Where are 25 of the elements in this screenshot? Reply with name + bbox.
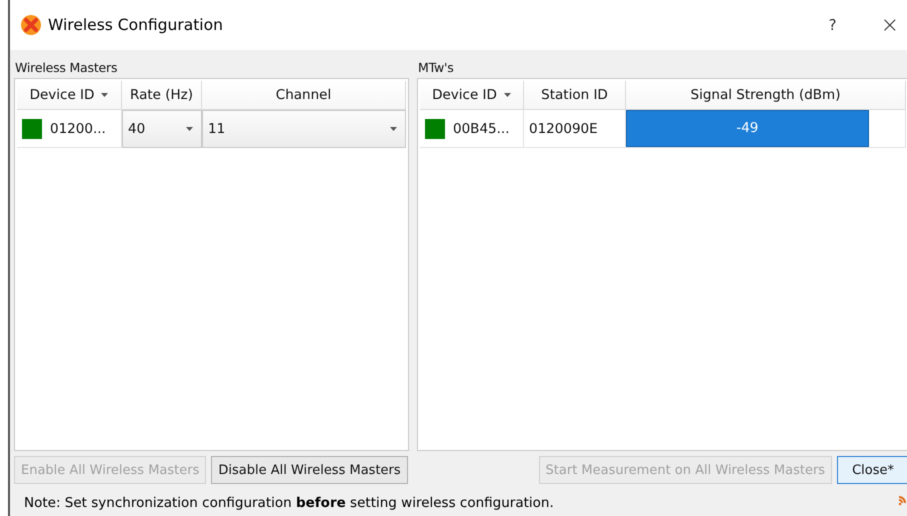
column-header[interactable]: Rate (Hz) (122, 81, 202, 110)
caret-icon (186, 127, 193, 131)
column-header[interactable]: Signal Strength (dBm) (626, 81, 906, 110)
panel-title: Wireless Masters (14, 59, 118, 77)
caret-icon (390, 127, 397, 131)
table-cell: 01200... (17, 110, 122, 148)
caret-icon (101, 93, 108, 97)
close-button[interactable]: Close* (837, 456, 907, 484)
caret-icon (504, 93, 511, 97)
close-button[interactable]: × (880, 12, 899, 38)
column-header[interactable]: Station ID (524, 81, 626, 110)
column-header[interactable]: Channel (202, 81, 406, 110)
dropdown[interactable]: 11 (202, 110, 406, 148)
panel-title: MTw's (417, 59, 455, 77)
window-title: Wireless Configuration (48, 16, 224, 34)
signal-reading: -49 (735, 120, 760, 136)
dropdown[interactable]: 40 (122, 110, 202, 148)
column-header[interactable]: Device ID (420, 81, 524, 110)
app-logo-icon (20, 14, 42, 36)
signal-icon (899, 495, 907, 507)
column-header[interactable]: Device ID (17, 81, 122, 110)
note-text: Note: Set synchronization configuration before setting wireless configuration. (24, 495, 554, 511)
table-cell: 00B45... (420, 110, 524, 148)
help-button[interactable]: ? (828, 16, 837, 34)
action-button[interactable]: Disable All Wireless Masters (211, 456, 408, 484)
